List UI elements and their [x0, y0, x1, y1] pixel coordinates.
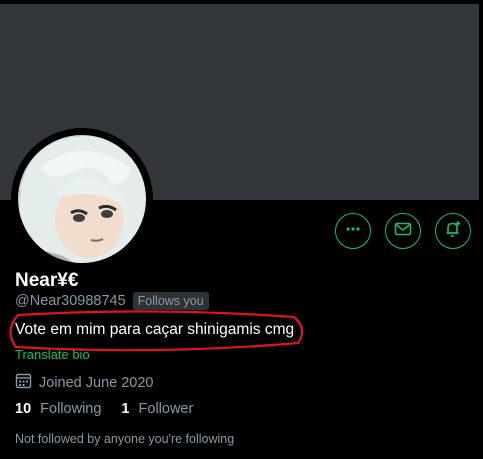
followers-label: Follower: [138, 401, 194, 417]
handle-row: @Near30988745 Follows you: [15, 292, 209, 310]
bio: Vote em mim para caçar shinigamis cmg: [15, 321, 295, 338]
joined-row: Joined June 2020: [15, 372, 154, 394]
handle: @Near30988745: [15, 293, 126, 309]
envelope-icon: [393, 219, 413, 244]
notifications-button[interactable]: [435, 213, 471, 249]
followers-link[interactable]: 1 Follower: [121, 401, 193, 417]
following-count: 10: [15, 401, 32, 417]
following-link[interactable]: 10 Following: [15, 401, 101, 417]
more-options-button[interactable]: [335, 213, 371, 249]
follow-stats: 10 Following 1 Follower: [15, 401, 213, 417]
message-button[interactable]: [385, 213, 421, 249]
joined-date: Joined June 2020: [39, 375, 154, 391]
follows-you-badge: Follows you: [132, 292, 209, 310]
scrollbar-edge: [479, 0, 483, 200]
translate-bio-link[interactable]: Translate bio: [15, 347, 90, 362]
bell-plus-icon: [443, 219, 463, 244]
avatar[interactable]: [11, 128, 153, 270]
top-divider: [0, 0, 483, 4]
more-icon: [344, 220, 362, 243]
calendar-icon: [15, 372, 32, 394]
following-label: Following: [40, 401, 102, 417]
display-name: Near¥€: [15, 270, 79, 291]
followers-count: 1: [121, 401, 130, 417]
mutual-followers-note: Not followed by anyone you're following: [15, 432, 235, 446]
